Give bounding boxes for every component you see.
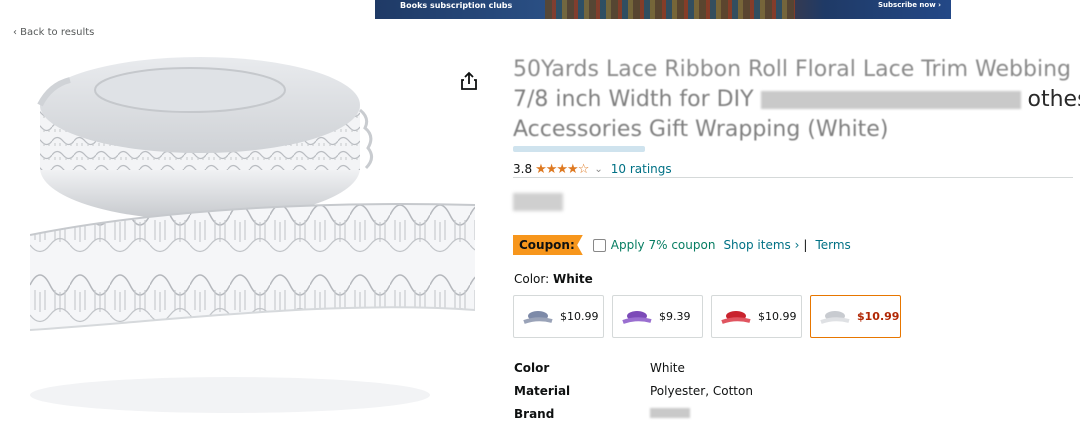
chevron-down-icon[interactable]: ⌄ (594, 164, 602, 175)
swatch-thumbnail (622, 310, 652, 324)
store-link[interactable] (513, 146, 645, 152)
spec-key: Color (514, 360, 550, 375)
spec-value (650, 407, 690, 421)
product-specs: Color White Material Polyester, Cotton B… (514, 356, 753, 425)
divider (513, 177, 1073, 178)
title-line-3: Accessories Gift Wrapping (White) (513, 117, 889, 142)
swatch-price: $10.99 (857, 310, 900, 323)
rating-value: 3.8 (513, 162, 533, 176)
selected-color: White (552, 272, 593, 286)
banner-books-image (545, 0, 795, 19)
lace-ribbon-image (30, 50, 475, 426)
spec-row: Material Polyester, Cotton (514, 379, 753, 402)
checkbox-icon[interactable] (592, 238, 606, 252)
price-redacted (513, 193, 563, 211)
terms-link[interactable]: Terms (815, 238, 850, 252)
separator: | (803, 238, 808, 252)
back-to-results-link[interactable]: ‹ Back to results (13, 27, 94, 38)
rating-row: 3.8 ★★★★☆ ⌄ 10 ratings (513, 161, 672, 177)
spec-key: Material (514, 383, 571, 398)
color-swatches: $10.99 $9.39 $10.99 $10.99 (513, 295, 901, 338)
shop-items-link[interactable]: Shop items › (723, 238, 799, 252)
swatch-price: $10.99 (560, 310, 599, 323)
star-rating-icon[interactable]: ★★★★☆ (535, 162, 589, 177)
spec-key: Brand (514, 406, 555, 421)
brand-redacted (650, 407, 690, 418)
title-line-2: 7/8 inch Width for DIY othes (513, 87, 1080, 112)
ad-banner[interactable]: Books subscription clubs Subscribe now › (375, 0, 951, 19)
spec-value: Polyester, Cotton (650, 383, 753, 398)
swatch-price: $10.99 (758, 310, 797, 323)
swatch-option[interactable]: $10.99 (513, 295, 604, 338)
swatch-option-selected[interactable]: $10.99 (810, 295, 901, 338)
swatch-thumbnail (721, 310, 751, 324)
product-title: 50Yards Lace Ribbon Roll Floral Lace Tri… (513, 55, 1080, 145)
swatch-option[interactable]: $10.99 (711, 295, 802, 338)
swatch-thumbnail (523, 310, 553, 324)
coupon-row: Coupon: Apply 7% coupon Shop items › | T… (513, 234, 851, 256)
color-label: Color: White (514, 272, 593, 286)
swatch-thumbnail (820, 310, 850, 324)
banner-subscribe-link[interactable]: Subscribe now › (878, 1, 941, 9)
apply-coupon-label[interactable]: Apply 7% coupon (611, 238, 716, 252)
spec-value: White (650, 360, 685, 375)
redacted-text (760, 91, 1021, 109)
spec-row: Color White (514, 356, 753, 379)
product-image[interactable] (30, 50, 475, 426)
spec-row: Brand (514, 402, 753, 425)
swatch-price: $9.39 (659, 310, 691, 323)
share-icon[interactable] (460, 71, 478, 91)
coupon-badge: Coupon: (513, 235, 583, 255)
banner-text: Books subscription clubs (400, 1, 513, 10)
swatch-option[interactable]: $9.39 (612, 295, 703, 338)
ratings-count-link[interactable]: 10 ratings (611, 162, 672, 176)
title-line-1: 50Yards Lace Ribbon Roll Floral Lace Tri… (513, 57, 1071, 82)
